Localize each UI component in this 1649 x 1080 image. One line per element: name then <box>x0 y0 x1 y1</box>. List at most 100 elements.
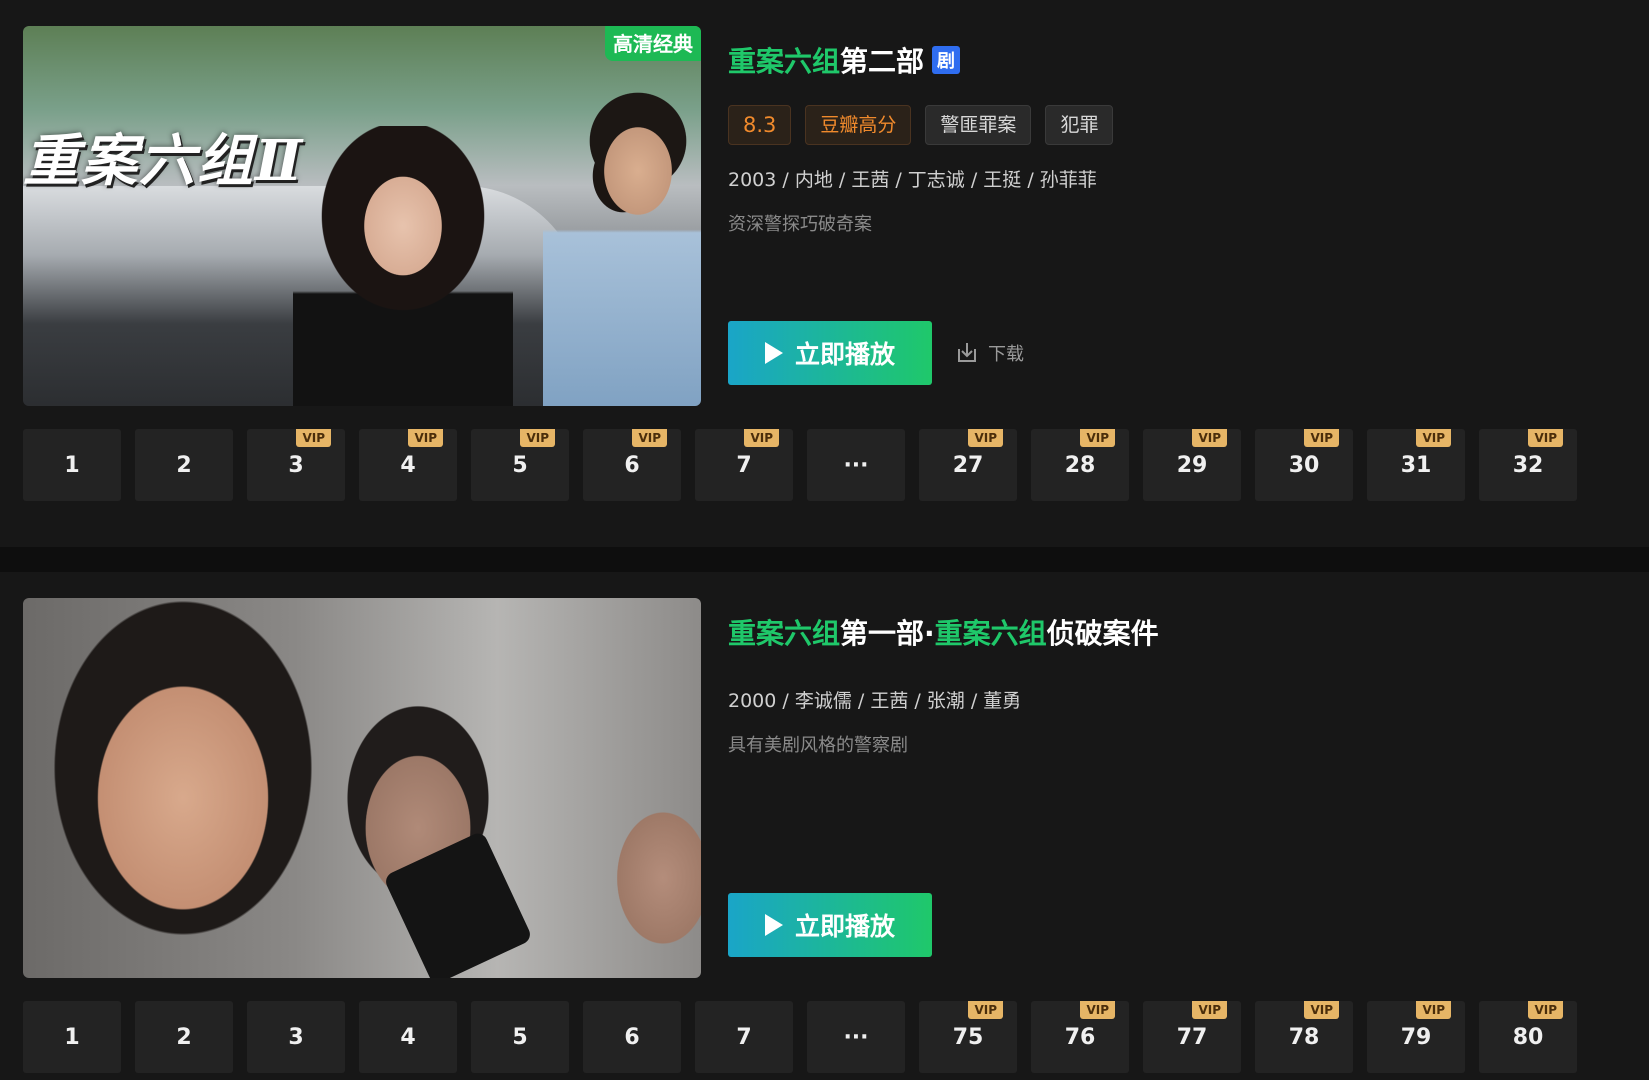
episode-button[interactable]: 29 VIP <box>1143 429 1241 501</box>
episode-number: 32 <box>1512 452 1544 478</box>
download-icon <box>958 343 976 362</box>
episode-button[interactable]: 6 <box>583 1001 681 1073</box>
ellipsis-label: ··· <box>843 452 869 478</box>
vip-badge: VIP <box>968 429 1003 447</box>
episode-number: 2 <box>176 452 192 478</box>
vip-badge: VIP <box>1528 429 1563 447</box>
episode-button[interactable]: 6 VIP <box>583 429 681 501</box>
show-info-1: 重案六组 第二部 剧 8.3 豆瓣高分 警匪罪案 犯罪 2003 / 内地 / … <box>728 40 1114 236</box>
episode-button[interactable]: 32 VIP <box>1479 429 1577 501</box>
episode-number: 27 <box>952 452 984 478</box>
episode-number: 5 <box>512 452 528 478</box>
play-now-button[interactable]: 立即播放 <box>728 893 932 957</box>
genre-tag-police[interactable]: 警匪罪案 <box>925 105 1032 145</box>
episode-button[interactable]: 2 <box>135 429 233 501</box>
episode-number: 2 <box>176 1024 192 1050</box>
vip-badge: VIP <box>1304 429 1339 447</box>
episode-number: 3 <box>288 1024 304 1050</box>
poster-actress-image <box>293 126 513 406</box>
play-label: 立即播放 <box>794 912 895 941</box>
episode-button[interactable]: 1 <box>23 1001 121 1073</box>
episode-button[interactable]: 5 VIP <box>471 429 569 501</box>
vip-badge: VIP <box>520 429 555 447</box>
episode-button[interactable]: 4 <box>359 1001 457 1073</box>
episode-button[interactable]: 5 <box>471 1001 569 1073</box>
episode-button[interactable]: 7 VIP <box>695 429 793 501</box>
episode-button[interactable]: 4 VIP <box>359 429 457 501</box>
show-title-1[interactable]: 重案六组 第二部 剧 <box>728 40 1113 80</box>
episode-number: 7 <box>736 452 752 478</box>
section-divider <box>0 547 1649 572</box>
episode-button[interactable]: 76 VIP <box>1031 1001 1129 1073</box>
genre-tag-crime[interactable]: 犯罪 <box>1045 105 1114 145</box>
poster-gun-image <box>382 830 534 978</box>
vip-badge: VIP <box>1080 429 1115 447</box>
show-description: 资深警探巧破奇案 <box>728 214 872 235</box>
episode-button[interactable]: 30 VIP <box>1255 429 1353 501</box>
episode-button[interactable]: 75 VIP <box>919 1001 1017 1073</box>
vip-badge: VIP <box>1416 1001 1451 1019</box>
episode-number: 1 <box>64 452 80 478</box>
show-meta: 2003 / 内地 / 王茜 / 丁志诚 / 王挺 / 孙菲菲 <box>728 169 1097 191</box>
episode-number: 6 <box>624 452 640 478</box>
episode-number: 4 <box>400 452 416 478</box>
episode-button[interactable]: 79 VIP <box>1367 1001 1465 1073</box>
vip-badge: VIP <box>744 429 779 447</box>
play-label: 立即播放 <box>794 340 895 369</box>
episode-number: 5 <box>512 1024 528 1050</box>
show-card-2: 重案六组 第一部· 重案六组 侦破案件 2000 / 李诚儒 / 王茜 / 张潮… <box>0 572 1649 1080</box>
more-episodes-button[interactable]: ··· <box>807 1001 905 1073</box>
vip-badge: VIP <box>632 429 667 447</box>
show-poster-2[interactable] <box>23 598 701 978</box>
title-highlight: 重案六组 <box>728 45 841 78</box>
episode-list-1: 1 2 3 VIP 4 VIP 5 VIP 6 VIP 7 VIP ··· 27 VIP 2… <box>23 429 1577 501</box>
vip-badge: VIP <box>1192 429 1227 447</box>
download-label: 下载 <box>988 344 1024 365</box>
play-icon <box>764 342 783 364</box>
title-rest: 第一部· <box>840 617 935 650</box>
ellipsis-label: ··· <box>843 1024 869 1050</box>
vip-badge: VIP <box>1304 1001 1339 1019</box>
episode-number: 1 <box>64 1024 80 1050</box>
more-episodes-button[interactable]: ··· <box>807 429 905 501</box>
douban-high-score-tag[interactable]: 豆瓣高分 <box>805 105 912 145</box>
episode-number: 7 <box>736 1024 752 1050</box>
episode-button[interactable]: 78 VIP <box>1255 1001 1353 1073</box>
action-bar-2: 立即播放 <box>728 893 932 957</box>
title-highlight: 重案六组 <box>934 617 1047 650</box>
episode-button[interactable]: 77 VIP <box>1143 1001 1241 1073</box>
vip-badge: VIP <box>1416 429 1451 447</box>
episode-number: 31 <box>1400 452 1432 478</box>
vip-badge: VIP <box>1528 1001 1563 1019</box>
episode-number: 78 <box>1288 1024 1320 1050</box>
vip-badge: VIP <box>1192 1001 1227 1019</box>
episode-number: 79 <box>1400 1024 1432 1050</box>
show-poster-1[interactable]: 重案六组Ⅱ 高清经典 <box>23 26 701 406</box>
episode-button[interactable]: 31 VIP <box>1367 429 1465 501</box>
episode-button[interactable]: 7 <box>695 1001 793 1073</box>
show-meta: 2000 / 李诚儒 / 王茜 / 张潮 / 董勇 <box>728 690 1022 712</box>
play-icon <box>764 914 783 936</box>
episode-button[interactable]: 3 <box>247 1001 345 1073</box>
hd-classic-badge: 高清经典 <box>605 26 701 61</box>
episode-number: 30 <box>1288 452 1320 478</box>
play-now-button[interactable]: 立即播放 <box>728 321 932 385</box>
download-button[interactable]: 下载 <box>954 340 1024 366</box>
episode-button[interactable]: 27 VIP <box>919 429 1017 501</box>
episode-button[interactable]: 1 <box>23 429 121 501</box>
episode-number: 80 <box>1512 1024 1544 1050</box>
episode-number: 75 <box>952 1024 984 1050</box>
show-title-2[interactable]: 重案六组 第一部· 重案六组 侦破案件 <box>728 612 1159 652</box>
episode-number: 4 <box>400 1024 416 1050</box>
rating-tag: 8.3 <box>728 105 792 145</box>
episode-button[interactable]: 28 VIP <box>1031 429 1129 501</box>
episode-button[interactable]: 2 <box>135 1001 233 1073</box>
title-rest: 侦破案件 <box>1046 617 1159 650</box>
episode-number: 6 <box>624 1024 640 1050</box>
episode-number: 28 <box>1064 452 1096 478</box>
action-bar-1: 立即播放 下载 <box>728 321 1024 385</box>
episode-button[interactable]: 80 VIP <box>1479 1001 1577 1073</box>
vip-badge: VIP <box>1080 1001 1115 1019</box>
poster-logo-title: 重案六组Ⅱ <box>23 128 305 194</box>
episode-button[interactable]: 3 VIP <box>247 429 345 501</box>
